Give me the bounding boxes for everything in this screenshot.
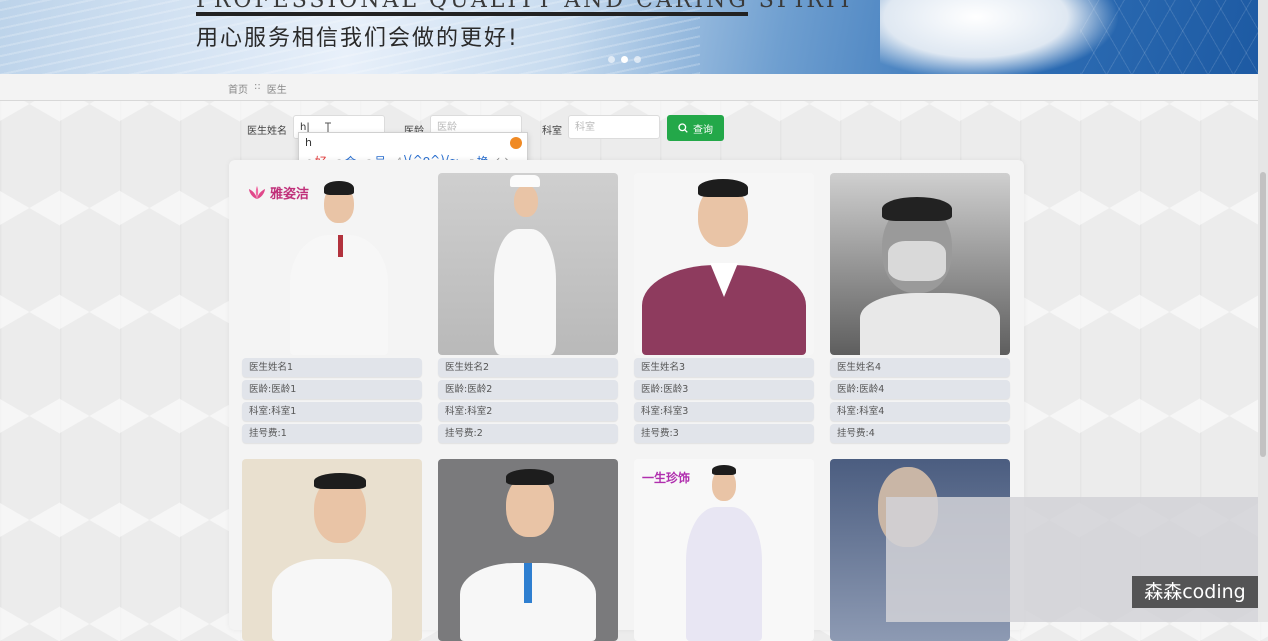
doctor-card[interactable] (438, 459, 618, 641)
doctor-fee: 挂号费:1 (242, 424, 422, 443)
doctor-card[interactable]: 医生姓名3 医龄:医龄3 科室:科室3 挂号费:3 (634, 173, 814, 443)
doctor-name: 医生姓名3 (634, 358, 814, 377)
search-button[interactable]: 查询 (667, 115, 724, 141)
doctor-hair (314, 473, 366, 489)
doctor-head (514, 185, 538, 217)
doctor-card[interactable]: 医生姓名2 医龄:医龄2 科室:科室2 挂号费:2 (438, 173, 618, 443)
doctor-age: 医龄:医龄4 (830, 380, 1010, 399)
ime-composition: h (305, 136, 312, 149)
doctor-photo[interactable] (438, 459, 618, 641)
dept-input[interactable]: 科室 (568, 115, 660, 139)
scrollbar-thumb[interactable] (1260, 172, 1266, 457)
doctor-fee: 挂号费:3 (634, 424, 814, 443)
doctor-photo[interactable]: 雅姿洁 (242, 173, 422, 355)
lotus-logo-icon (249, 186, 265, 199)
banner-hex-pattern (1080, 0, 1258, 74)
breadcrumb-current: 医生 (266, 85, 287, 96)
doctor-fee: 挂号费:2 (438, 424, 618, 443)
doctor-tie (524, 563, 532, 603)
doctor-age: 医龄:医龄3 (634, 380, 814, 399)
ime-logo-icon (510, 137, 522, 149)
doctor-card[interactable]: 一生珍饰 (634, 459, 814, 641)
doctor-tie (338, 235, 343, 257)
breadcrumb-bar: 首页 :: 医生 (0, 74, 1258, 101)
doctor-name: 医生姓名1 (242, 358, 422, 377)
doctor-hair (698, 179, 748, 197)
brand-logo-text: 雅姿洁 (270, 187, 310, 202)
face-mask (888, 241, 946, 281)
doctor-name: 医生姓名4 (830, 358, 1010, 377)
doctor-name-label: 医生姓名 (247, 126, 287, 137)
doctor-photo[interactable] (830, 173, 1010, 355)
dept-label: 科室 (542, 126, 562, 137)
doctor-photo[interactable] (634, 173, 814, 355)
doctor-name: 医生姓名2 (438, 358, 618, 377)
doctor-dept: 科室:科室4 (830, 402, 1010, 421)
doctor-coat (272, 559, 392, 641)
doctor-dept: 科室:科室3 (634, 402, 814, 421)
breadcrumb-home[interactable]: 首页 (228, 81, 248, 96)
doctor-dept: 科室:科室1 (242, 402, 422, 421)
carousel-dot[interactable] (608, 56, 615, 63)
brand-logo-text: 一生珍饰 (642, 471, 691, 485)
carousel-dot-active[interactable] (621, 56, 628, 63)
doctor-dept: 科室:科室2 (438, 402, 618, 421)
search-button-label: 查询 (693, 124, 713, 136)
doctor-coat (686, 507, 762, 641)
doctor-coat (860, 293, 1000, 355)
doctor-hair (324, 181, 354, 195)
banner-chinese-slogan: 用心服务相信我们会做的更好! (196, 26, 519, 51)
doctor-hair (712, 465, 736, 475)
doctor-fee: 挂号费:4 (830, 424, 1010, 443)
doctor-age: 医龄:医龄1 (242, 380, 422, 399)
search-icon (678, 123, 688, 133)
doctor-card[interactable] (242, 459, 422, 641)
doctor-hair (882, 197, 952, 221)
doctor-photo[interactable] (242, 459, 422, 641)
doctor-card[interactable]: 医生姓名4 医龄:医龄4 科室:科室4 挂号费:4 (830, 173, 1010, 443)
doctor-card[interactable]: 雅姿洁 医生姓名1 医龄:医龄1 科室:科室1 挂号费:1 (242, 173, 422, 443)
nurse-cap (510, 175, 540, 187)
carousel-dots (608, 56, 641, 63)
doctor-coat (494, 229, 556, 355)
hero-banner: PROFESSIONAL QUALITY AND CARING SPIRIT 用… (0, 0, 1258, 74)
doctor-hair (506, 469, 554, 485)
doctor-age: 医龄:医龄2 (438, 380, 618, 399)
carousel-dot[interactable] (634, 56, 641, 63)
doctor-photo[interactable] (438, 173, 618, 355)
breadcrumb-separator: :: (254, 81, 261, 92)
video-watermark: 森森coding (1132, 576, 1258, 608)
breadcrumb: 首页 :: 医生 (228, 81, 287, 96)
dept-placeholder: 科室 (575, 122, 595, 133)
banner-rule (196, 12, 748, 16)
doctor-photo[interactable]: 一生珍饰 (634, 459, 814, 641)
